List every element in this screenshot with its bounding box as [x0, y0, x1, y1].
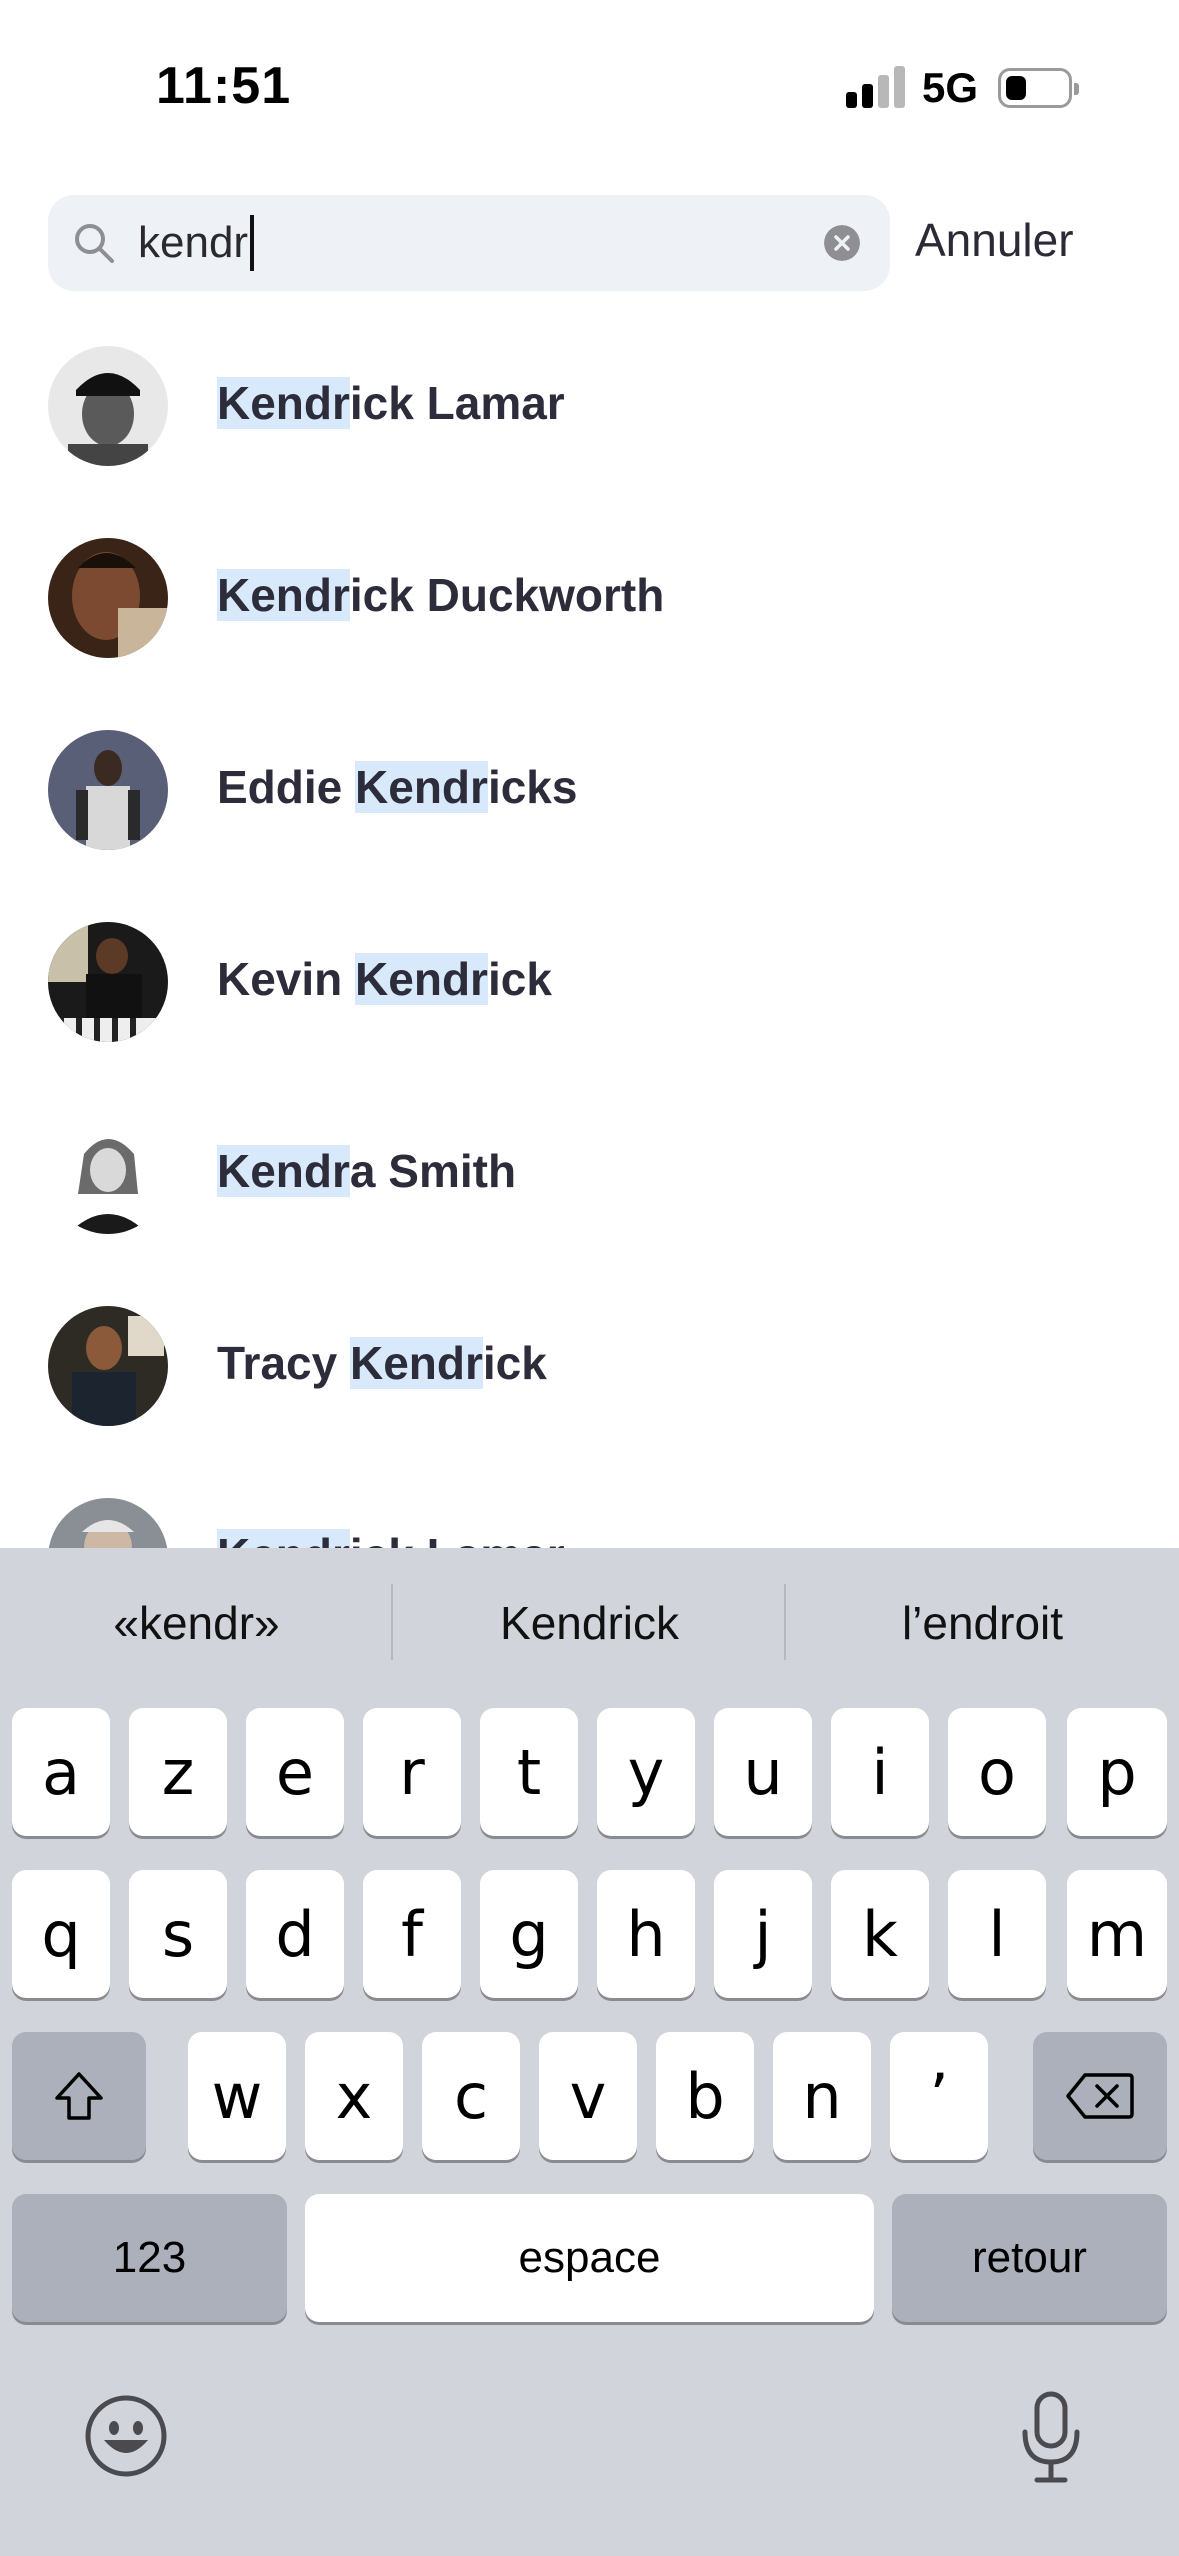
key-d[interactable]: d — [246, 1870, 344, 1998]
battery-icon — [998, 68, 1079, 108]
key-s[interactable]: s — [129, 1870, 227, 1998]
result-item[interactable]: Tracy Kendrick — [0, 1290, 1179, 1450]
artist-avatar — [48, 922, 168, 1042]
suggestion-1[interactable]: «kendr» — [0, 1596, 393, 1650]
suggestion-3[interactable]: l’endroit — [786, 1596, 1179, 1650]
key-q[interactable]: q — [12, 1870, 110, 1998]
result-item[interactable]: Kendrick Lamar — [0, 330, 1179, 490]
key-b[interactable]: b — [656, 2032, 754, 2160]
key-p[interactable]: p — [1067, 1708, 1167, 1836]
space-key-label: espace — [518, 2233, 661, 2282]
artist-avatar — [48, 1498, 168, 1548]
cellular-signal-icon — [846, 66, 906, 108]
key-a[interactable]: a — [12, 1708, 110, 1836]
suggestion-2[interactable]: Kendrick — [393, 1596, 786, 1650]
result-item[interactable]: Kevin Kendrick — [0, 906, 1179, 1066]
key-apostrophe[interactable]: ’ — [890, 2032, 988, 2160]
search-query-text: kendr — [138, 218, 249, 267]
status-time: 11:51 — [156, 57, 292, 115]
key-o[interactable]: o — [948, 1708, 1046, 1836]
key-r[interactable]: r — [363, 1708, 461, 1836]
cancel-button[interactable]: Annuler — [915, 213, 1074, 267]
key-i[interactable]: i — [831, 1708, 929, 1836]
key-w[interactable]: w — [188, 2032, 286, 2160]
key-z[interactable]: z — [129, 1708, 227, 1836]
result-item[interactable]: Eddie Kendricks — [0, 714, 1179, 874]
search-field[interactable]: kendr — [48, 195, 890, 291]
emoji-icon[interactable] — [84, 2394, 168, 2478]
backspace-icon — [1066, 2073, 1134, 2119]
keyboard: «kendr» Kendrick l’endroit a z e r t y u… — [0, 1548, 1179, 2556]
artist-avatar — [48, 346, 168, 466]
result-name: Kendrick Lamar — [217, 1528, 565, 1548]
text-caret — [250, 215, 255, 271]
result-item[interactable]: Kendrick Lamar — [0, 1482, 1179, 1548]
result-name: Kendra Smith — [217, 1145, 517, 1197]
search-results-list: Kendrick Lamar Kendrick Duckworth Eddie … — [0, 330, 1179, 1548]
network-type: 5G — [922, 64, 979, 111]
key-t[interactable]: t — [480, 1708, 578, 1836]
key-k[interactable]: k — [831, 1870, 929, 1998]
key-c[interactable]: c — [422, 2032, 520, 2160]
result-name: Tracy Kendrick — [217, 1337, 547, 1389]
result-name: Kendrick Lamar — [217, 377, 565, 429]
key-x[interactable]: x — [305, 2032, 403, 2160]
microphone-icon[interactable] — [1015, 2390, 1087, 2486]
key-m[interactable]: m — [1067, 1870, 1167, 1998]
key-l[interactable]: l — [948, 1870, 1046, 1998]
result-name: Kevin Kendrick — [217, 953, 552, 1005]
artist-avatar — [48, 538, 168, 658]
status-bar: 11:51 5G — [0, 0, 1179, 170]
result-name: Kendrick Duckworth — [217, 569, 665, 621]
key-n[interactable]: n — [773, 2032, 871, 2160]
search-input[interactable]: kendr — [138, 215, 255, 271]
search-icon — [75, 224, 114, 263]
key-y[interactable]: y — [597, 1708, 695, 1836]
key-h[interactable]: h — [597, 1870, 695, 1998]
artist-avatar — [48, 1114, 168, 1234]
clear-search-icon[interactable] — [824, 225, 860, 261]
result-item[interactable]: Kendra Smith — [0, 1098, 1179, 1258]
key-f[interactable]: f — [363, 1870, 461, 1998]
artist-avatar — [48, 730, 168, 850]
return-key[interactable]: retour — [892, 2194, 1167, 2322]
shift-icon — [55, 2072, 103, 2120]
key-u[interactable]: u — [714, 1708, 812, 1836]
key-e[interactable]: e — [246, 1708, 344, 1836]
artist-avatar — [48, 1306, 168, 1426]
key-v[interactable]: v — [539, 2032, 637, 2160]
key-j[interactable]: j — [714, 1870, 812, 1998]
numbers-key[interactable]: 123 — [12, 2194, 287, 2322]
shift-key[interactable] — [12, 2032, 146, 2160]
result-name: Eddie Kendricks — [217, 761, 578, 813]
key-g[interactable]: g — [480, 1870, 578, 1998]
numbers-key-label: 123 — [112, 2233, 187, 2282]
space-key[interactable]: espace — [305, 2194, 874, 2322]
result-item[interactable]: Kendrick Duckworth — [0, 522, 1179, 682]
predictive-bar: «kendr» Kendrick l’endroit — [0, 1548, 1179, 1698]
return-key-label: retour — [972, 2233, 1087, 2282]
backspace-key[interactable] — [1033, 2032, 1167, 2160]
